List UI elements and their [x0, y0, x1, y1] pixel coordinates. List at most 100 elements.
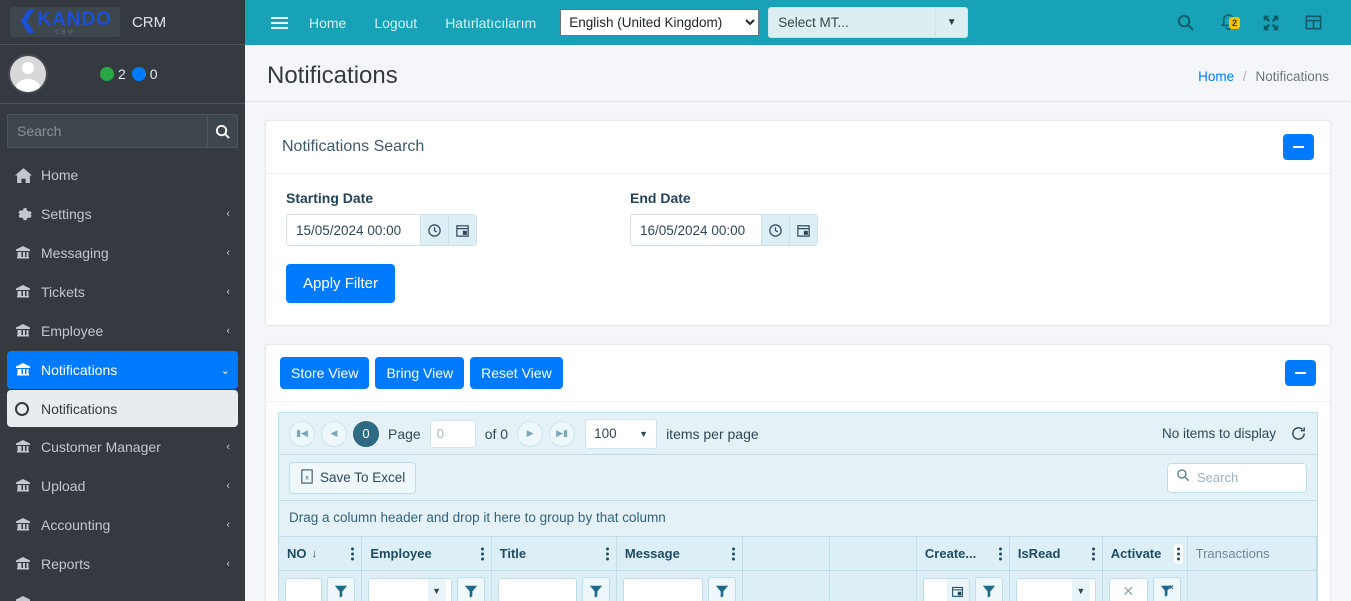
chevron-left-icon: ‹ [226, 325, 230, 337]
topbar-link-logout[interactable]: Logout [360, 15, 431, 31]
filter-icon[interactable] [974, 577, 1003, 601]
sidebar-item-partial[interactable] [7, 584, 238, 601]
breadcrumb-current: Notifications [1255, 68, 1329, 84]
items-per-page-select[interactable]: 100 ▼ [585, 418, 658, 449]
filter-dropdown-isread[interactable]: ▼ [1015, 578, 1096, 601]
column-header-message[interactable]: Message [616, 537, 744, 571]
next-page-button[interactable]: ▶ [517, 420, 544, 447]
filter-icon[interactable] [581, 577, 610, 601]
filter-icon[interactable] [327, 577, 356, 601]
column-header-create-date[interactable]: Create... [916, 537, 1010, 571]
topbar-link-home[interactable]: Home [295, 15, 360, 31]
menu-toggle-icon[interactable] [261, 16, 295, 29]
column-menu-icon[interactable] [1089, 544, 1098, 563]
column-header-blank-1[interactable] [742, 537, 831, 571]
search-icon[interactable] [1176, 13, 1195, 32]
save-to-excel-button[interactable]: x Save To Excel [289, 461, 417, 494]
filter-clear-activate[interactable]: ✕ [1108, 578, 1148, 601]
user-panel[interactable]: 2 0 [0, 45, 245, 104]
view-buttons-toolbar: Store View Bring View Reset View [266, 345, 1330, 402]
sidebar-item-tickets[interactable]: Tickets ‹ [7, 273, 238, 311]
end-date-label: End Date [630, 190, 691, 206]
current-page-badge[interactable]: 0 [353, 420, 379, 447]
column-menu-icon[interactable] [729, 544, 738, 563]
column-menu-icon[interactable] [603, 544, 612, 563]
bank-icon [15, 439, 41, 455]
column-header-transactions[interactable]: Transactions [1187, 537, 1318, 571]
sidebar-item-reports[interactable]: Reports ‹ [7, 545, 238, 583]
clock-icon[interactable] [761, 215, 789, 245]
end-date-input[interactable] [631, 215, 761, 245]
grid-search-input[interactable] [1197, 470, 1298, 485]
fullscreen-icon[interactable] [1262, 14, 1280, 32]
sidebar-item-settings[interactable]: Settings ‹ [7, 195, 238, 233]
collapse-grid-card-button[interactable] [1285, 360, 1316, 386]
column-header-blank-2[interactable] [829, 537, 917, 571]
calendar-icon[interactable] [448, 215, 476, 245]
brand-header[interactable]: ❮ KANDO CRM CRM [0, 0, 245, 45]
store-view-button[interactable]: Store View [280, 357, 370, 389]
filter-input-no[interactable] [285, 578, 323, 601]
filter-icon[interactable] [456, 577, 485, 601]
sidebar-item-accounting[interactable]: Accounting ‹ [7, 506, 238, 544]
filter-dropdown-employee[interactable]: ▼ [368, 578, 452, 601]
language-select[interactable]: English (United Kingdom) [560, 9, 760, 36]
mt-select[interactable]: Select MT... ▼ [768, 7, 969, 38]
column-header-title[interactable]: Title [491, 537, 617, 571]
collapse-search-card-button[interactable] [1283, 134, 1314, 160]
column-header-activate[interactable]: Activate [1102, 537, 1188, 571]
sidebar-item-home[interactable]: Home [7, 156, 238, 194]
bell-icon[interactable]: 2 [1219, 13, 1241, 32]
breadcrumb-home[interactable]: Home [1198, 69, 1234, 84]
group-by-dropzone[interactable]: Drag a column header and drop it here to… [279, 501, 1317, 537]
column-menu-icon[interactable] [1173, 544, 1183, 563]
sidebar-item-upload[interactable]: Upload ‹ [7, 467, 238, 505]
filter-clear-icon[interactable] [1152, 577, 1181, 601]
sidebar-item-messaging[interactable]: Messaging ‹ [7, 234, 238, 272]
filter-input-message[interactable] [622, 578, 704, 601]
logo-wordmark: KANDO [37, 9, 112, 30]
clock-icon[interactable] [420, 215, 448, 245]
sidebar-item-employee[interactable]: Employee ‹ [7, 312, 238, 350]
sidebar-item-customer-manager[interactable]: Customer Manager ‹ [7, 428, 238, 466]
sidebar-item-label: Reports [41, 556, 91, 572]
prev-page-button[interactable]: ◀ [321, 420, 347, 447]
filter-input-title[interactable] [497, 578, 577, 601]
filter-date-create[interactable] [922, 578, 970, 601]
sidebar-item-label: Accounting [41, 517, 111, 533]
search-button[interactable] [207, 114, 238, 148]
bank-icon [15, 595, 41, 601]
topbar-link-reminders[interactable]: Hatırlatıcılarım [431, 15, 550, 31]
page-number-input[interactable] [429, 419, 476, 448]
sidebar-item-label: Employee [41, 323, 104, 339]
breadcrumb-separator: / [1242, 68, 1247, 84]
column-menu-icon[interactable] [348, 544, 357, 563]
sidebar-item-label: Upload [41, 478, 86, 494]
search-input[interactable] [7, 114, 207, 148]
column-menu-icon[interactable] [996, 544, 1005, 563]
sidebar-item-notifications[interactable]: Notifications ⌄ [7, 351, 238, 389]
logo-chevron-icon: ❮ [18, 6, 37, 33]
column-header-isread[interactable]: IsRead [1009, 537, 1103, 571]
column-header-no[interactable]: NO ↓ [279, 537, 363, 571]
refresh-icon[interactable] [1290, 425, 1307, 442]
sidebar-item-label: Settings [41, 206, 92, 222]
filter-icon[interactable] [708, 577, 737, 601]
column-menu-icon[interactable] [478, 544, 487, 563]
starting-date-input[interactable] [287, 215, 420, 245]
chevron-down-icon: ▼ [427, 579, 446, 601]
sidebar-item-label: Notifications [41, 362, 118, 378]
column-label: Employee [370, 546, 432, 561]
calendar-icon[interactable] [789, 215, 817, 245]
sidebar-subitem-notifications[interactable]: Notifications [7, 390, 238, 427]
column-header-employee[interactable]: Employee [361, 537, 492, 571]
filter-cell-transactions [1187, 570, 1318, 601]
bring-view-button[interactable]: Bring View [375, 357, 465, 389]
first-page-button[interactable]: ▮◀ [289, 420, 315, 447]
grid-icon[interactable] [1304, 13, 1323, 32]
reset-view-button[interactable]: Reset View [470, 357, 563, 389]
apply-filter-button[interactable]: Apply Filter [286, 264, 396, 303]
avatar[interactable] [10, 56, 46, 92]
kando-logo[interactable]: ❮ KANDO CRM [10, 7, 120, 37]
last-page-button[interactable]: ▶▮ [549, 420, 576, 447]
